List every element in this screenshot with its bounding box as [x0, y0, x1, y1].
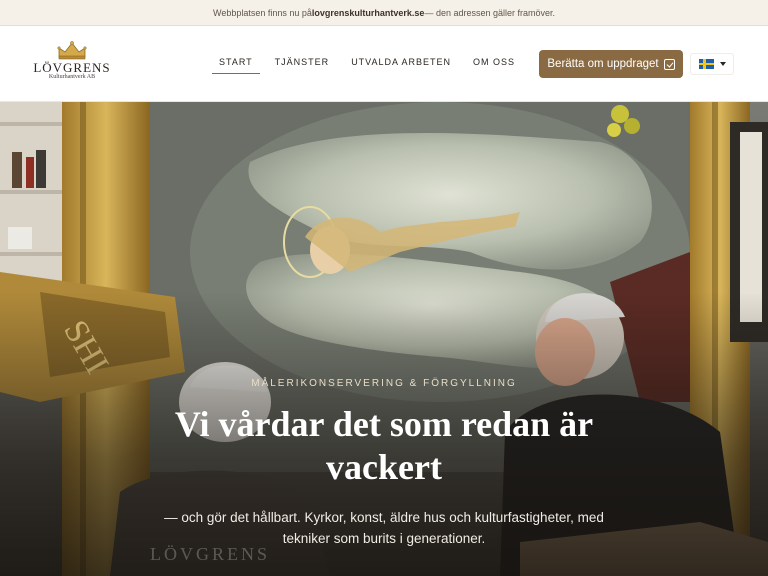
logo-name: LÖVGRENS — [33, 60, 111, 75]
hero-content: MÅLERIKONSERVERING & FÖRGYLLNING Vi vård… — [0, 378, 768, 549]
site-header: LÖVGRENS Kulturhantverk AB START TJÄNSTE… — [0, 26, 768, 102]
nav-item-tjanster[interactable]: TJÄNSTER — [268, 57, 337, 74]
crown-icon — [57, 41, 87, 60]
tell-about-assignment-button[interactable]: Berätta om uppdraget — [539, 50, 683, 78]
hero-eyebrow: MÅLERIKONSERVERING & FÖRGYLLNING — [251, 378, 517, 389]
cta-label: Berätta om uppdraget — [547, 58, 659, 70]
nav-item-start[interactable]: START — [212, 57, 260, 74]
notice-text-before: Webbplatsen finns nu på — [212, 7, 312, 18]
hero-subtitle: — och gör det hållbart. Kyrkor, konst, ä… — [164, 510, 604, 546]
notice-bar: Webbplatsen finns nu på lovgrenskulturha… — [0, 0, 768, 26]
hero-section: SHI MÅLERIKONSERVERING & FÖRGYLLNING Vi … — [0, 102, 768, 576]
caret-down-icon — [719, 62, 726, 66]
logo-subtitle: Kulturhantverk AB — [48, 74, 96, 80]
notice-domain: lovgrenskulturhantverk.se — [311, 7, 425, 18]
hero-title: Vi vårdar det som redan är vackert — [174, 404, 594, 487]
hero-background-text: LÖVGRENS — [150, 544, 271, 564]
checkbox-edit-icon — [663, 58, 675, 70]
nav-item-om-oss[interactable]: OM OSS — [466, 57, 522, 74]
language-selector[interactable] — [690, 53, 734, 75]
nav-item-utvalda-arbeten[interactable]: UTVALDA ARBETEN — [344, 57, 458, 74]
swedish-flag-icon — [698, 59, 714, 69]
logo[interactable]: LÖVGRENS Kulturhantverk AB — [32, 40, 112, 90]
notice-text-after: — den adressen gäller framöver. — [424, 7, 556, 18]
main-nav: START TJÄNSTER UTVALDA ARBETEN OM OSS — [212, 57, 530, 74]
